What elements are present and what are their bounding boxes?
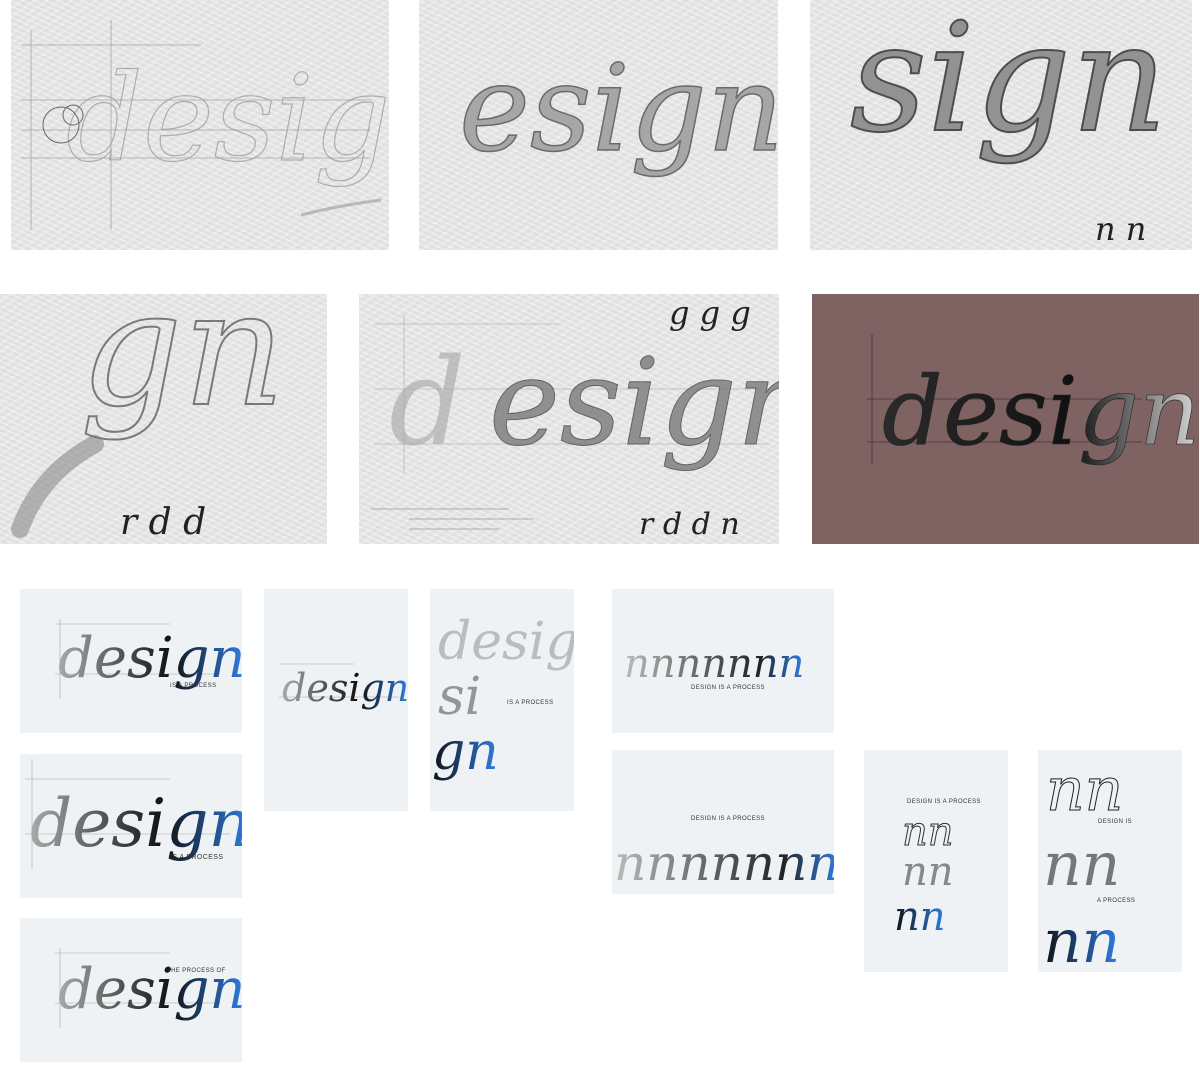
svg-text:n n: n n xyxy=(1095,210,1146,248)
sketch-gn-art: gn r d d xyxy=(11,294,286,543)
poster-design-portrait-small: design xyxy=(264,589,408,811)
poster-nn-portrait-1-art: nn nn nn xyxy=(894,809,954,941)
poster-design-landscape-3-art: design xyxy=(55,948,242,1028)
caption-a-process: A PROCESS xyxy=(1097,898,1136,904)
svg-text:r d d: r d d xyxy=(120,502,206,543)
poster-design-landscape-2-art: design xyxy=(25,759,242,869)
svg-text:esign: esign xyxy=(459,40,778,179)
sketch-gn: gn r d d xyxy=(0,294,327,544)
poster-nn-portrait-2: nn nn nn DESIGN IS A PROCESS xyxy=(1038,750,1182,972)
poster-nn-portrait-1: nn nn nn DESIGN IS A PROCESS xyxy=(864,750,1008,972)
sketch-esign: esign xyxy=(419,0,778,250)
svg-text:sign: sign xyxy=(850,0,1168,166)
sketch-sign: sign n n xyxy=(810,0,1192,250)
sketch-design-notes: d esign g g g r d d n xyxy=(359,294,779,544)
svg-text:gn: gn xyxy=(80,294,285,442)
sketch-design-notes-art: d esign g g g r d d n xyxy=(371,294,779,542)
svg-text:design: design xyxy=(882,357,1199,467)
poster-design-landscape-3: design THE PROCESS OF xyxy=(20,918,242,1062)
poster-design-landscape-1: design IS A PROCESS xyxy=(20,589,242,733)
design-color-study-art: design xyxy=(867,334,1199,467)
svg-text:r d d n: r d d n xyxy=(639,507,740,542)
caption-is-a-process-3: IS A PROCESS xyxy=(170,854,224,861)
sketch-design-guidelines-art: design xyxy=(21,20,389,230)
svg-text:nn: nn xyxy=(894,894,946,940)
svg-text:design: design xyxy=(66,50,389,189)
caption-is-a-process: IS A PROCESS xyxy=(170,683,217,689)
poster-nnn-landscape-2-art: nnnnnnn xyxy=(614,834,834,892)
poster-nn-portrait-2-art: nn nn nn xyxy=(1043,755,1124,973)
caption-design-is-a-process-2: DESIGN IS A PROCESS xyxy=(691,816,765,822)
svg-text:design: design xyxy=(282,666,408,710)
svg-text:gn: gn xyxy=(432,722,499,782)
poster-design-landscape-1-art: design xyxy=(55,619,242,699)
poster-nnn-landscape-1-art: nnnnnnn xyxy=(624,641,804,687)
poster-design-landscape-2: design IS A PROCESS xyxy=(20,754,242,898)
svg-text:esign: esign xyxy=(489,334,779,473)
caption-design-is: DESIGN IS xyxy=(1098,819,1132,825)
svg-text:nn: nn xyxy=(1043,830,1120,900)
svg-text:design: design xyxy=(58,957,242,1022)
svg-text:g g g: g g g xyxy=(669,294,751,332)
poster-design-portrait-small-art: design xyxy=(279,663,408,710)
svg-text:nn: nn xyxy=(902,849,954,895)
design-color-study: design xyxy=(812,294,1199,544)
sketch-design-guidelines: design xyxy=(11,0,389,250)
caption-is-a-process-2: IS A PROCESS xyxy=(507,700,554,706)
svg-text:nnnnnnn: nnnnnnn xyxy=(614,834,834,892)
poster-design-stacked: design si gn IS A PROCESS xyxy=(430,589,574,811)
svg-text:nnnnnnn: nnnnnnn xyxy=(624,641,804,687)
svg-text:si: si xyxy=(438,667,481,727)
svg-text:nn: nn xyxy=(1043,907,1120,972)
poster-nnn-landscape-1: nnnnnnn DESIGN IS A PROCESS xyxy=(612,589,834,733)
svg-text:design: design xyxy=(30,785,242,862)
svg-text:design: design xyxy=(438,612,574,672)
caption-the-process-of: THE PROCESS OF xyxy=(167,968,226,974)
svg-text:d: d xyxy=(389,334,466,473)
caption-design-is-a-process-3: DESIGN IS A PROCESS xyxy=(907,799,981,805)
caption-design-is-a-process-1: DESIGN IS A PROCESS xyxy=(691,685,765,691)
poster-nnn-landscape-2: nnnnnnn DESIGN IS A PROCESS xyxy=(612,750,834,894)
sketch-esign-art: esign xyxy=(458,39,778,180)
svg-text:design: design xyxy=(58,626,242,691)
svg-text:nn: nn xyxy=(1046,755,1123,825)
sketch-sign-art: sign n n xyxy=(849,0,1169,248)
